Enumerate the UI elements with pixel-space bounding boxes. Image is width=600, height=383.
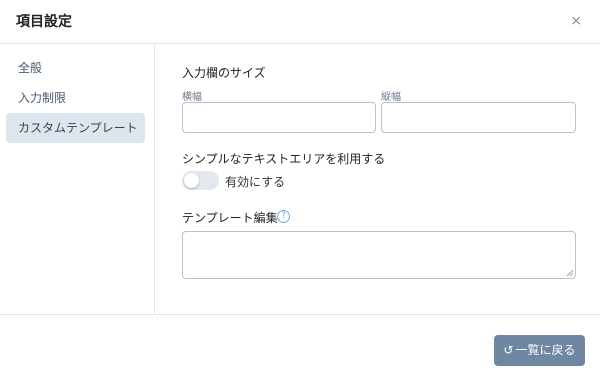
- back-to-list-button[interactable]: ↺ 一覧に戻る: [494, 335, 585, 366]
- width-label: 横幅: [182, 92, 202, 103]
- sidebar-item-general[interactable]: 全般: [6, 53, 145, 83]
- dialog-header: 項目設定 ×: [0, 0, 600, 44]
- toggle-knob: [184, 173, 199, 188]
- sidebar: 全般 入力制限 カスタムテンプレート: [0, 44, 155, 314]
- enable-toggle[interactable]: [182, 171, 219, 190]
- dialog-footer: ↺ 一覧に戻る: [0, 314, 600, 383]
- template-edit-label: テンプレート編集: [182, 211, 278, 225]
- enable-toggle-label: 有効にする: [225, 175, 286, 189]
- resize-grip-icon[interactable]: [566, 269, 574, 277]
- sidebar-item-input-restriction[interactable]: 入力制限: [6, 83, 145, 113]
- undo-icon: ↺: [503, 343, 514, 357]
- height-label: 縦幅: [381, 92, 401, 103]
- template-textarea[interactable]: [182, 231, 576, 279]
- dialog-title: 項目設定: [16, 14, 72, 30]
- sidebar-item-custom-template[interactable]: カスタムテンプレート: [6, 113, 145, 143]
- simple-textarea-label: シンプルなテキストエリアを利用する: [182, 152, 386, 166]
- close-icon[interactable]: ×: [570, 13, 582, 29]
- settings-dialog: 項目設定 × 全般 入力制限 カスタムテンプレート 入力欄のサイズ 横幅 縦幅 …: [0, 0, 600, 383]
- help-icon[interactable]: ?: [277, 210, 290, 223]
- main-panel: 入力欄のサイズ 横幅 縦幅 シンプルなテキストエリアを利用する 有効にする テン…: [182, 44, 582, 314]
- width-input[interactable]: [182, 102, 376, 133]
- back-to-list-label: 一覧に戻る: [515, 343, 576, 357]
- height-input[interactable]: [381, 102, 576, 133]
- input-size-label: 入力欄のサイズ: [182, 66, 266, 80]
